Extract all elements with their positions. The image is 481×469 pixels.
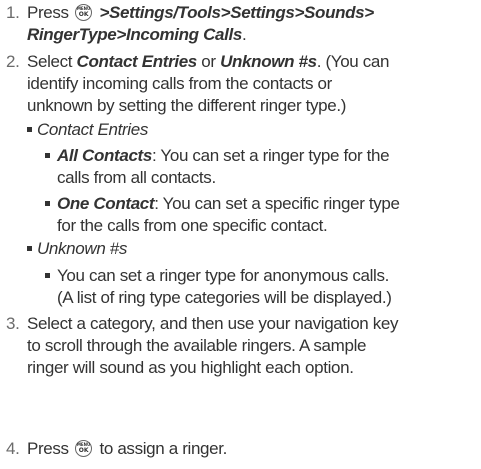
bullet-unknown: Unknown #s <box>27 238 477 260</box>
step-number: 3. <box>6 314 20 333</box>
menu-path-part-1: >Settings/Tools>Settings>Sounds> <box>95 3 374 22</box>
instruction-document: 1. Press MENU OK >Settings/Tools>Settings… <box>0 0 481 469</box>
all-contacts-label: All Contacts <box>57 146 152 165</box>
one-contact-label: One Contact <box>57 194 155 213</box>
step-number: 2. <box>6 52 20 71</box>
bullet-square-icon <box>27 246 32 251</box>
bullet-square-icon <box>45 273 50 278</box>
press-label: Press <box>27 439 69 458</box>
step-2-line-2: identify incoming calls from the contact… <box>27 74 332 93</box>
step-1-line-1: Press MENU OK >Settings/Tools>Settings>So… <box>27 2 476 24</box>
bullet-all-contacts: All Contacts: You can set a ringer type … <box>45 145 477 189</box>
step-2-line-3: unknown by setting the different ringer … <box>27 96 347 115</box>
bullet-square-icon <box>45 153 50 158</box>
step-1: 1. Press MENU OK >Settings/Tools>Settings… <box>6 2 476 46</box>
unknown-heading: Unknown #s <box>37 239 128 258</box>
menu-path-part-2: RingerType>Incoming Calls <box>27 25 242 44</box>
step-3-line-1: Select a category, and then use your nav… <box>27 314 399 333</box>
bullet-one-contact: One Contact: You can set a specific ring… <box>45 193 477 237</box>
press-label: Press <box>27 3 69 22</box>
step-number: 1. <box>6 3 20 22</box>
bullet-square-icon <box>27 127 32 132</box>
option-unknown: Unknown #s <box>220 52 317 71</box>
assign-text: to assign a ringer. <box>95 439 228 458</box>
step-2: 2. Select Contact Entries or Unknown #s.… <box>6 51 476 117</box>
contact-entries-heading: Contact Entries <box>37 120 148 139</box>
bullet-square-icon <box>45 201 50 206</box>
step-3-line-3: ringer will sound as you highlight each … <box>27 358 354 377</box>
step-2-line-1: Select Contact Entries or Unknown #s. (Y… <box>27 52 390 71</box>
step-number: 4. <box>6 439 20 458</box>
menu-ok-key-icon: MENU OK <box>75 4 93 21</box>
bullet-unknown-detail: You can set a ringer type for anonymous … <box>45 265 477 309</box>
bullet-contact-entries: Contact Entries <box>27 119 477 141</box>
step-4: 4. Press MENU OK to assign a ringer. <box>6 438 476 460</box>
menu-ok-key-icon: MENU OK <box>75 440 93 457</box>
step-3-line-2: to scroll through the available ringers.… <box>27 336 367 355</box>
period: . <box>241 25 247 44</box>
step-3: 3. Select a category, and then use your … <box>6 313 476 379</box>
option-contact-entries: Contact Entries <box>76 52 198 71</box>
step-1-line-2: RingerType>Incoming Calls. <box>27 24 476 46</box>
